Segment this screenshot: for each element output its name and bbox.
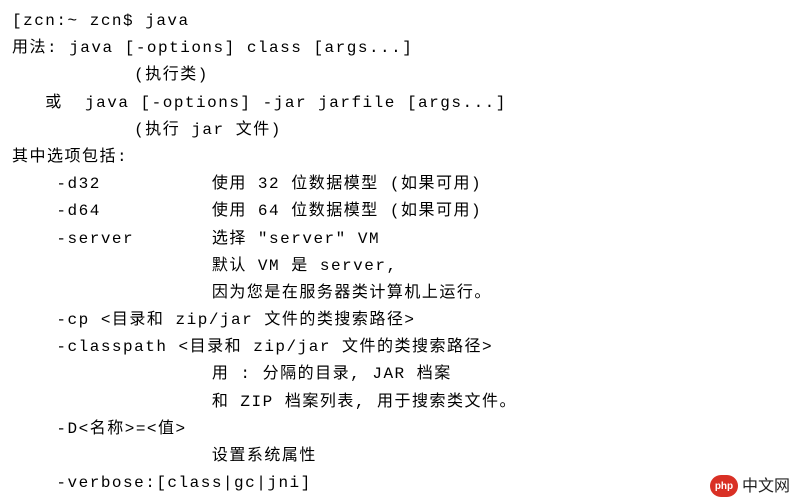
terminal-line: (执行 jar 文件) — [12, 117, 788, 144]
terminal-line: -verbose:[class|gc|jni] — [12, 470, 788, 497]
watermark-badge: php — [710, 475, 738, 497]
terminal-output: [zcn:~ zcn$ java 用法: java [-options] cla… — [12, 8, 788, 497]
terminal-line: (执行类) — [12, 62, 788, 89]
terminal-line: -cp <目录和 zip/jar 文件的类搜索路径> — [12, 307, 788, 334]
terminal-line: -d64 使用 64 位数据模型 (如果可用) — [12, 198, 788, 225]
terminal-line: 或 java [-options] -jar jarfile [args...] — [12, 90, 788, 117]
terminal-prompt-line: [zcn:~ zcn$ java — [12, 8, 788, 35]
terminal-line: -d32 使用 32 位数据模型 (如果可用) — [12, 171, 788, 198]
watermark-text: 中文网 — [742, 473, 790, 500]
terminal-line: -D<名称>=<值> — [12, 416, 788, 443]
terminal-line: 用法: java [-options] class [args...] — [12, 35, 788, 62]
terminal-line: -classpath <目录和 zip/jar 文件的类搜索路径> — [12, 334, 788, 361]
terminal-line: -server 选择 "server" VM — [12, 226, 788, 253]
terminal-line: 用 : 分隔的目录, JAR 档案 — [12, 361, 788, 388]
terminal-line: 设置系统属性 — [12, 443, 788, 470]
terminal-line: 因为您是在服务器类计算机上运行。 — [12, 280, 788, 307]
terminal-line: 和 ZIP 档案列表, 用于搜索类文件。 — [12, 389, 788, 416]
terminal-line: 其中选项包括: — [12, 144, 788, 171]
terminal-line: 默认 VM 是 server, — [12, 253, 788, 280]
watermark: php 中文网 — [710, 473, 790, 500]
